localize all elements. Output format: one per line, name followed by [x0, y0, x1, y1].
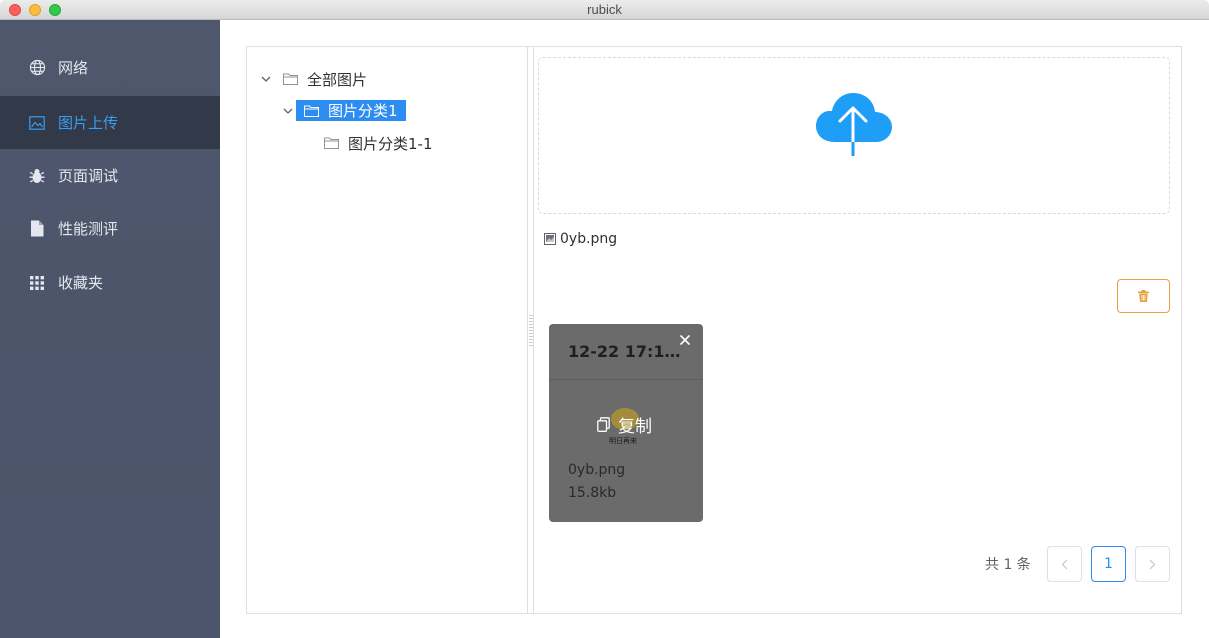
delete-button[interactable]	[1117, 279, 1170, 313]
image-card[interactable]: 12-22 17:18:41 明日再来 复制 0yb.	[549, 324, 703, 522]
tree-node-label: 图片分类1-1	[348, 134, 433, 153]
folder-icon	[304, 104, 320, 118]
main-area: 全部图片 图片分类1 图片分类1-1 0yb.png 12-22 17:18: …	[220, 20, 1209, 638]
chevron-down-icon[interactable]	[259, 72, 273, 86]
image-content: 0yb.png 12-22 17:18:41	[534, 47, 1181, 613]
chevron-right-icon	[1149, 559, 1156, 569]
sidebar-item-page-debug[interactable]: 页面调试	[0, 149, 220, 202]
bug-icon	[28, 167, 46, 185]
uploaded-file-name: 0yb.png	[560, 231, 618, 247]
folder-tree: 全部图片 图片分类1 图片分类1-1	[247, 47, 527, 613]
chevron-left-icon	[1061, 559, 1068, 569]
close-icon[interactable]	[677, 332, 693, 348]
prev-page-button[interactable]	[1047, 546, 1082, 582]
image-manager-panel: 全部图片 图片分类1 图片分类1-1 0yb.png 12-22 17:18: …	[246, 46, 1182, 614]
sidebar-item-favorites[interactable]: 收藏夹	[0, 256, 220, 309]
sidebar-item-performance[interactable]: 性能测评	[0, 202, 220, 255]
trash-icon	[1138, 290, 1149, 302]
title-bar: rubick	[0, 0, 1209, 20]
tree-node-category-1-1[interactable]: 图片分类1-1	[324, 133, 433, 153]
tree-node-category-1[interactable]: 图片分类1	[296, 100, 406, 121]
image-file-icon	[544, 233, 556, 245]
folder-icon	[324, 136, 340, 150]
card-header: 12-22 17:18:41	[549, 324, 703, 380]
card-date: 12-22 17:18:41	[568, 342, 683, 361]
cloud-upload-icon	[816, 93, 892, 156]
sidebar-item-label: 网络	[58, 59, 89, 77]
card-filesize: 15.8kb	[568, 485, 617, 501]
globe-icon	[28, 59, 46, 77]
tree-node-all-images[interactable]: 全部图片	[259, 69, 367, 89]
next-page-button[interactable]	[1135, 546, 1170, 582]
image-icon	[28, 114, 46, 132]
app-window: rubick 网络 图片上传 页面调试 性能测评 收藏夹 全部图片 图片分类1 …	[0, 0, 1209, 638]
drag-handle-icon[interactable]	[529, 315, 533, 347]
window-title: rubick	[587, 2, 622, 17]
uploaded-file-item[interactable]: 0yb.png	[544, 231, 617, 247]
folder-icon	[283, 72, 299, 86]
sidebar-item-label: 性能测评	[58, 220, 119, 238]
document-icon	[28, 220, 46, 238]
sidebar-item-label: 图片上传	[58, 114, 119, 132]
sidebar-item-label: 页面调试	[58, 167, 119, 185]
thumbnail-caption: 明日再来	[609, 437, 637, 445]
chevron-down-icon[interactable]	[281, 104, 295, 118]
sidebar-item-image-upload[interactable]: 图片上传	[0, 96, 220, 149]
resize-divider[interactable]	[527, 47, 534, 613]
pagination: 共 1 条 1	[534, 546, 1181, 582]
tree-node-label: 全部图片	[307, 70, 368, 89]
sidebar: 网络 图片上传 页面调试 性能测评 收藏夹	[0, 20, 220, 638]
pagination-total: 共 1 条	[985, 557, 1031, 573]
copy-icon	[597, 417, 610, 432]
upload-dropzone[interactable]	[538, 57, 1170, 214]
grid-icon	[28, 274, 46, 292]
sidebar-item-label: 收藏夹	[58, 274, 104, 292]
copy-label: 复制	[618, 417, 652, 437]
page-number-button[interactable]: 1	[1091, 546, 1126, 582]
sidebar-item-network[interactable]: 网络	[0, 41, 220, 94]
card-filename: 0yb.png	[568, 462, 626, 478]
copy-button[interactable]: 复制	[597, 412, 652, 437]
tree-node-label: 图片分类1	[328, 102, 398, 120]
